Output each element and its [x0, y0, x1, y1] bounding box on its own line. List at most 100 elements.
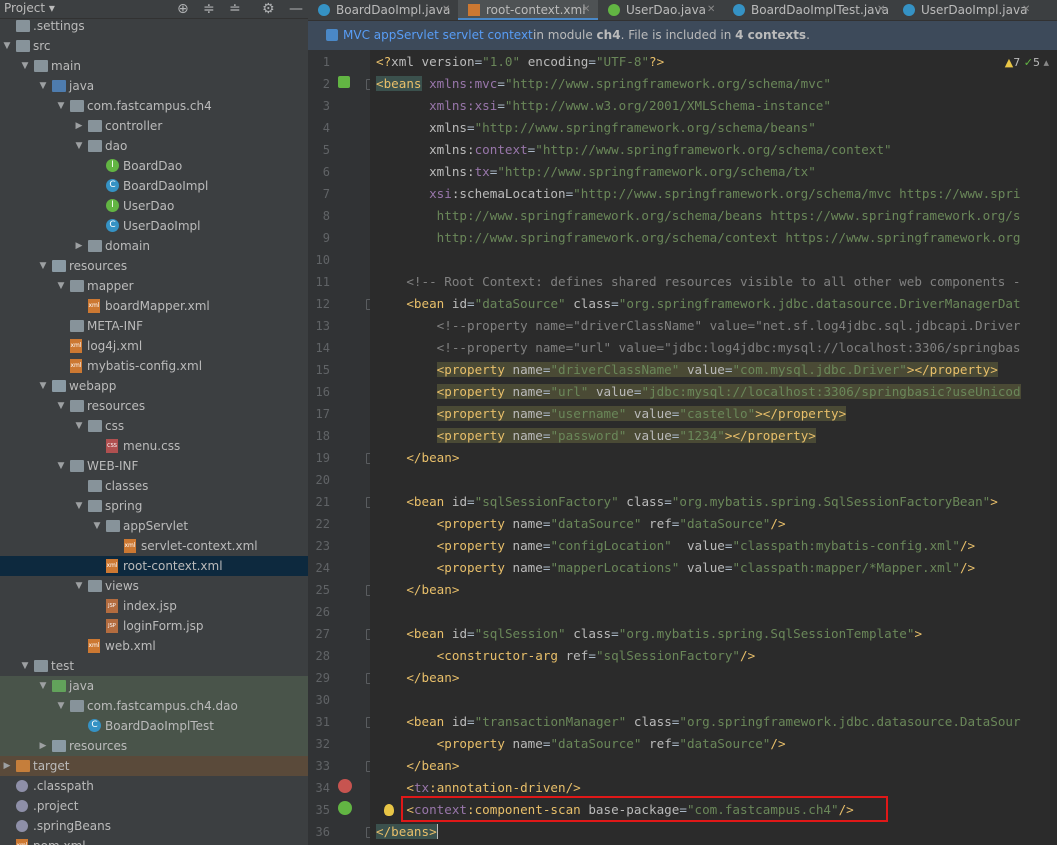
- line-gutter[interactable]: 1 2 3 4 5 6 7 8 9 10 11 12 13 14 15 16 17 18 19 20 21 22 23 24 2…: [308, 50, 375, 845]
- tree-item[interactable]: .springBeans: [0, 816, 308, 836]
- code-line[interactable]: </bean>: [376, 447, 459, 469]
- tree-item[interactable]: ▼ test: [0, 656, 308, 676]
- editor-tab[interactable]: UserDaoImpl.java ✕: [893, 0, 1038, 20]
- tree-item[interactable]: ▶ controller: [0, 116, 308, 136]
- code-line[interactable]: xsi:schemaLocation="http://www.springfra…: [376, 183, 1020, 205]
- tree-item[interactable]: ▼ spring: [0, 496, 308, 516]
- chevron-right-icon[interactable]: ▶: [73, 116, 85, 136]
- close-icon[interactable]: ✕: [582, 0, 590, 20]
- chevron-down-icon[interactable]: ▼: [37, 676, 49, 696]
- code-line[interactable]: </bean>: [376, 667, 459, 689]
- code-line[interactable]: http://www.springframework.org/schema/co…: [376, 227, 1021, 249]
- chevron-down-icon[interactable]: ▼: [55, 456, 67, 476]
- code-editor[interactable]: ▲7 ✓5 ▴ <?xml version="1.0" encoding="UT…: [370, 50, 1057, 845]
- code-line[interactable]: <bean id="dataSource" class="org.springf…: [376, 293, 1020, 315]
- chevron-down-icon[interactable]: ▼: [19, 56, 31, 76]
- editor-tab[interactable]: BoardDaoImplTest.java ✕: [723, 0, 893, 20]
- code-line[interactable]: <property name="dataSource" ref="dataSou…: [376, 513, 786, 535]
- chevron-down-icon[interactable]: ▼: [37, 76, 49, 96]
- chevron-right-icon[interactable]: ▶: [73, 236, 85, 256]
- tree-item[interactable]: xml boardMapper.xml: [0, 296, 308, 316]
- code-line[interactable]: </bean>: [376, 755, 459, 777]
- chevron-down-icon[interactable]: ▼: [55, 396, 67, 416]
- tree-item[interactable]: ▼ css: [0, 416, 308, 436]
- bean-gutter-icon[interactable]: [338, 76, 350, 88]
- tree-item[interactable]: classes: [0, 476, 308, 496]
- code-line[interactable]: <beans xmlns:mvc="http://www.springframe…: [376, 73, 831, 95]
- collapse-all-icon[interactable]: ≐: [229, 0, 241, 18]
- editor-tab[interactable]: UserDao.java ✕: [598, 0, 723, 20]
- locate-icon[interactable]: ⊕: [177, 0, 189, 18]
- tree-item[interactable]: ▼ WEB-INF: [0, 456, 308, 476]
- tree-item[interactable]: ▼ com.fastcampus.ch4: [0, 96, 308, 116]
- chevron-down-icon[interactable]: ▼: [91, 516, 103, 536]
- editor-tab[interactable]: BoardDaoImpl.java ✕: [308, 0, 458, 20]
- tree-item[interactable]: xml mybatis-config.xml: [0, 356, 308, 376]
- code-line[interactable]: <!--property name="driverClassName" valu…: [376, 315, 1021, 337]
- chevron-down-icon[interactable]: ▼: [55, 96, 67, 116]
- code-line[interactable]: <!--property name="url" value="jdbc:log4…: [376, 337, 1021, 359]
- chevron-down-icon[interactable]: ▼: [55, 696, 67, 716]
- tree-item[interactable]: ▼ resources: [0, 256, 308, 276]
- tree-item[interactable]: ▼ webapp: [0, 376, 308, 396]
- tree-item[interactable]: C BoardDaoImpl: [0, 176, 308, 196]
- close-icon[interactable]: ✕: [707, 0, 715, 20]
- tree-item[interactable]: C BoardDaoImplTest: [0, 716, 308, 736]
- tree-item[interactable]: xml log4j.xml: [0, 336, 308, 356]
- tree-item[interactable]: ▼ java: [0, 676, 308, 696]
- project-view-selector[interactable]: Project ▾: [4, 1, 55, 15]
- chevron-down-icon[interactable]: ▼: [73, 416, 85, 436]
- tree-item[interactable]: xml root-context.xml: [0, 556, 308, 576]
- code-line[interactable]: xmlns="http://www.springframework.org/sc…: [376, 117, 816, 139]
- chevron-down-icon[interactable]: ▼: [19, 656, 31, 676]
- close-icon[interactable]: ✕: [1022, 0, 1030, 20]
- context-link[interactable]: MVC appServlet servlet context: [343, 28, 533, 42]
- code-line[interactable]: <property name="driverClassName" value="…: [376, 359, 998, 381]
- code-line[interactable]: <property name="username" value="castell…: [376, 403, 847, 425]
- tree-item[interactable]: ▼ com.fastcampus.ch4.dao: [0, 696, 308, 716]
- tree-item[interactable]: xml pom.xml: [0, 836, 308, 845]
- code-line[interactable]: <bean id="transactionManager" class="org…: [376, 711, 1020, 733]
- code-line[interactable]: <constructor-arg ref="sqlSessionFactory"…: [376, 645, 756, 667]
- tree-item[interactable]: ▼ views: [0, 576, 308, 596]
- code-line[interactable]: <property name="password" value="1234"><…: [376, 425, 816, 447]
- tree-item[interactable]: META-INF: [0, 316, 308, 336]
- chevron-right-icon[interactable]: ▶: [1, 756, 13, 776]
- tree-item[interactable]: ▶ resources: [0, 736, 308, 756]
- tree-item[interactable]: C UserDaoImpl: [0, 216, 308, 236]
- expand-all-icon[interactable]: ≑: [203, 0, 215, 18]
- tree-item[interactable]: ▶ target: [0, 756, 308, 776]
- code-line[interactable]: xmlns:xsi="http://www.w3.org/2001/XMLSch…: [376, 95, 831, 117]
- tree-item[interactable]: JSP loginForm.jsp: [0, 616, 308, 636]
- chevron-right-icon[interactable]: ▶: [37, 736, 49, 756]
- tree-item[interactable]: ▼ resources: [0, 396, 308, 416]
- tree-item[interactable]: I BoardDao: [0, 156, 308, 176]
- intention-bulb-icon[interactable]: [384, 804, 394, 816]
- tree-item[interactable]: ▶ domain: [0, 236, 308, 256]
- code-line[interactable]: <property name="mapperLocations" value="…: [376, 557, 975, 579]
- tree-item[interactable]: ▼ main: [0, 56, 308, 76]
- chevron-down-icon[interactable]: ▼: [37, 256, 49, 276]
- tree-item[interactable]: ▼ java: [0, 76, 308, 96]
- tree-item[interactable]: JSP index.jsp: [0, 596, 308, 616]
- tree-item[interactable]: CSS menu.css: [0, 436, 308, 456]
- code-line[interactable]: <property name="dataSource" ref="dataSou…: [376, 733, 786, 755]
- code-line[interactable]: <bean id="sqlSession" class="org.mybatis…: [376, 623, 922, 645]
- tree-item[interactable]: .project: [0, 796, 308, 816]
- code-line[interactable]: <property name="configLocation" value="c…: [376, 535, 975, 557]
- tree-item[interactable]: I UserDao: [0, 196, 308, 216]
- chevron-down-icon[interactable]: ▼: [37, 376, 49, 396]
- chevron-down-icon[interactable]: ▼: [73, 136, 85, 156]
- chevron-down-icon[interactable]: ▼: [55, 276, 67, 296]
- tree-item[interactable]: xml web.xml: [0, 636, 308, 656]
- chevron-down-icon[interactable]: ▼: [73, 496, 85, 516]
- code-line[interactable]: </bean>: [376, 579, 459, 601]
- tree-item[interactable]: ▼ src: [0, 36, 308, 56]
- code-line[interactable]: http://www.springframework.org/schema/be…: [376, 205, 1021, 227]
- gear-icon[interactable]: ⚙: [262, 0, 275, 18]
- tree-item[interactable]: ▼ dao: [0, 136, 308, 156]
- component-scan-gutter-icon[interactable]: [338, 801, 352, 815]
- hide-icon[interactable]: —: [289, 0, 303, 18]
- tree-item[interactable]: ▼ appServlet: [0, 516, 308, 536]
- code-line[interactable]: xmlns:context="http://www.springframewor…: [376, 139, 892, 161]
